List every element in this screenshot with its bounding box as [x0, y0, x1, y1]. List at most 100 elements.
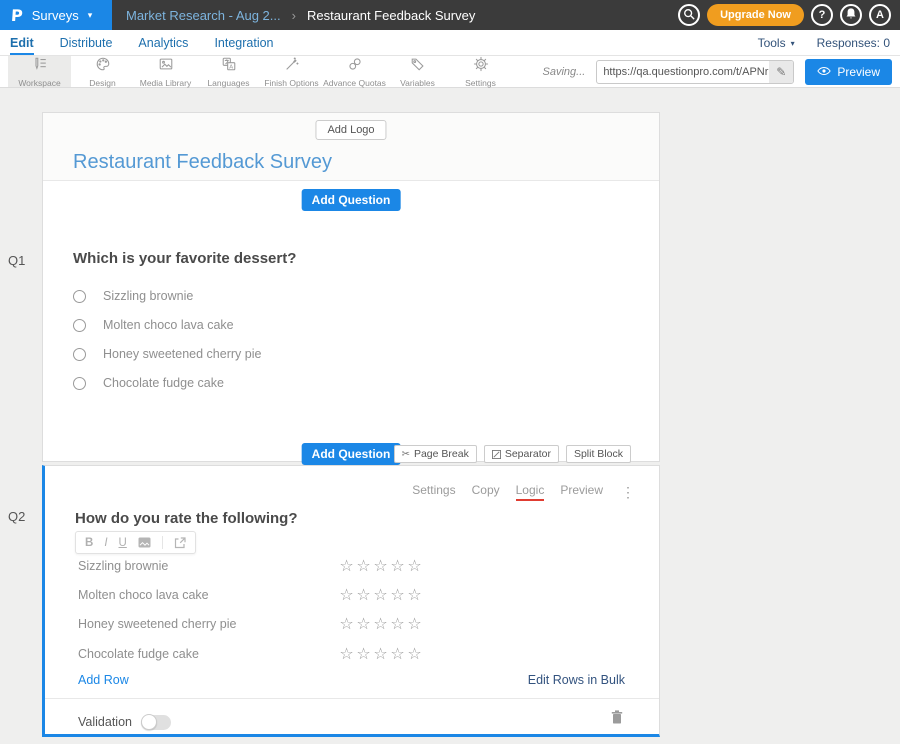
- toolbar-item-media-library[interactable]: Media Library: [134, 56, 197, 87]
- star-icon[interactable]: ☆: [406, 585, 423, 604]
- tab-distribute[interactable]: Distribute: [60, 30, 113, 55]
- star-icon[interactable]: ☆: [406, 556, 423, 575]
- responses-count[interactable]: Responses: 0: [817, 36, 890, 50]
- survey-header: Add Logo Restaurant Feedback Survey: [43, 113, 659, 181]
- palette-icon: [95, 56, 111, 77]
- add-row-link[interactable]: Add Row: [78, 673, 129, 687]
- avatar[interactable]: A: [869, 4, 891, 26]
- star-icon[interactable]: ☆: [372, 614, 389, 633]
- tools-menu[interactable]: Tools ▾: [758, 36, 795, 50]
- radio-icon[interactable]: [73, 290, 86, 303]
- underline-button[interactable]: U: [119, 537, 127, 549]
- bold-button[interactable]: B: [85, 537, 93, 549]
- star-icon[interactable]: ☆: [389, 585, 406, 604]
- toolbar-item-settings[interactable]: Settings: [449, 56, 512, 87]
- star-icon[interactable]: ☆: [389, 644, 406, 663]
- q1-option-row[interactable]: Sizzling brownie: [73, 289, 193, 303]
- star-rating: ☆☆☆☆☆: [338, 614, 423, 634]
- star-icon[interactable]: ☆: [372, 644, 389, 663]
- star-icon[interactable]: ☆: [389, 614, 406, 633]
- insert-image-button[interactable]: [138, 537, 151, 548]
- q1-question-text[interactable]: Which is your favorite dessert?: [73, 250, 296, 267]
- trash-icon: [611, 712, 623, 727]
- chevron-down-icon: ▾: [791, 39, 795, 48]
- star-icon[interactable]: ☆: [338, 585, 355, 604]
- star-icon[interactable]: ☆: [338, 614, 355, 633]
- external-link-button[interactable]: [174, 537, 186, 549]
- star-icon[interactable]: ☆: [355, 556, 372, 575]
- star-icon[interactable]: ☆: [338, 556, 355, 575]
- upgrade-now-button[interactable]: Upgrade Now: [707, 4, 804, 26]
- search-button[interactable]: [678, 4, 700, 26]
- star-icon[interactable]: ☆: [355, 585, 372, 604]
- star-icon[interactable]: ☆: [338, 644, 355, 663]
- q2-index-label: Q2: [8, 509, 25, 524]
- preview-label: Preview: [837, 65, 880, 79]
- question-preview-link[interactable]: Preview: [560, 483, 603, 501]
- toolbar-item-workspace[interactable]: Workspace: [8, 56, 71, 87]
- survey-block-1: Add Logo Restaurant Feedback Survey Add …: [42, 112, 660, 462]
- star-icon[interactable]: ☆: [372, 556, 389, 575]
- surveys-product-switcher[interactable]: P Surveys ▾: [0, 0, 112, 30]
- star-rating: ☆☆☆☆☆: [338, 644, 423, 664]
- star-icon[interactable]: ☆: [372, 585, 389, 604]
- separator-button[interactable]: Separator: [484, 445, 559, 463]
- add-logo-button[interactable]: Add Logo: [315, 120, 386, 140]
- q2-question-text[interactable]: How do you rate the following?: [75, 510, 298, 527]
- chevron-down-icon: ▾: [88, 10, 93, 21]
- toolbar-item-advance-quotas[interactable]: Advance Quotas: [323, 56, 386, 87]
- italic-button[interactable]: I: [104, 537, 107, 549]
- question-logic-link[interactable]: Logic: [516, 483, 545, 501]
- tab-analytics[interactable]: Analytics: [138, 30, 188, 55]
- radio-icon[interactable]: [73, 348, 86, 361]
- rating-row: Honey sweetened cherry pie ☆☆☆☆☆: [78, 616, 629, 632]
- star-icon[interactable]: ☆: [406, 644, 423, 663]
- kebab-menu-icon[interactable]: ⋮: [621, 484, 635, 501]
- breadcrumb-folder[interactable]: Market Research - Aug 2...: [126, 8, 281, 23]
- star-icon[interactable]: ☆: [355, 644, 372, 663]
- block-footer: Add Question ✂ Page Break Separator Spli…: [43, 443, 659, 465]
- workspace-icon: [32, 56, 48, 77]
- toolbar-item-design[interactable]: Design: [71, 56, 134, 87]
- add-question-button-top[interactable]: Add Question: [302, 189, 401, 211]
- validation-label: Validation: [78, 715, 132, 729]
- page-break-button[interactable]: ✂ Page Break: [394, 445, 477, 463]
- q1-option-row[interactable]: Molten choco lava cake: [73, 318, 234, 332]
- q1-option-row[interactable]: Chocolate fudge cake: [73, 376, 224, 390]
- delete-question-button[interactable]: [611, 710, 623, 727]
- gear-icon: [473, 56, 489, 77]
- add-question-button-bottom[interactable]: Add Question: [302, 443, 401, 465]
- star-icon[interactable]: ☆: [355, 614, 372, 633]
- rating-row: Chocolate fudge cake ☆☆☆☆☆: [78, 646, 629, 662]
- tab-integration[interactable]: Integration: [214, 30, 273, 55]
- section-nav: Edit Distribute Analytics Integration To…: [0, 30, 900, 56]
- toolbar-item-finish-options[interactable]: Finish Options: [260, 56, 323, 87]
- survey-editor-screen: P Surveys ▾ Market Research - Aug 2... ›…: [0, 0, 900, 744]
- radio-icon[interactable]: [73, 319, 86, 332]
- question-settings-link[interactable]: Settings: [412, 483, 455, 501]
- text-format-toolbar: B I U: [75, 531, 196, 554]
- split-block-button[interactable]: Split Block: [566, 445, 631, 463]
- q1-option-row[interactable]: Honey sweetened cherry pie: [73, 347, 261, 361]
- star-icon[interactable]: ☆: [406, 614, 423, 633]
- edit-rows-in-bulk-link[interactable]: Edit Rows in Bulk: [528, 673, 625, 687]
- survey-title[interactable]: Restaurant Feedback Survey: [73, 151, 332, 174]
- question-copy-link[interactable]: Copy: [472, 483, 500, 501]
- toolbar-item-variables[interactable]: Variables: [386, 56, 449, 87]
- breadcrumb-survey-name: Restaurant Feedback Survey: [307, 8, 475, 23]
- toolbar-item-languages[interactable]: A Languages: [197, 56, 260, 87]
- questionpro-logo: P: [10, 6, 23, 25]
- share-url-field[interactable]: https://qa.questionpro.com/t/APNrFZgS ✎: [596, 60, 794, 84]
- radio-icon[interactable]: [73, 377, 86, 390]
- notifications-button[interactable]: [840, 4, 862, 26]
- toolbar-right: Saving... https://qa.questionpro.com/t/A…: [543, 56, 900, 87]
- star-icon[interactable]: ☆: [389, 556, 406, 575]
- validation-toggle[interactable]: [141, 715, 171, 730]
- edit-url-button[interactable]: ✎: [769, 61, 793, 83]
- separator-icon: [492, 450, 501, 459]
- saving-status: Saving...: [543, 66, 586, 78]
- tab-edit[interactable]: Edit: [10, 30, 34, 55]
- preview-button[interactable]: Preview: [805, 59, 892, 85]
- question-mark-icon: ?: [819, 9, 826, 21]
- help-button[interactable]: ?: [811, 4, 833, 26]
